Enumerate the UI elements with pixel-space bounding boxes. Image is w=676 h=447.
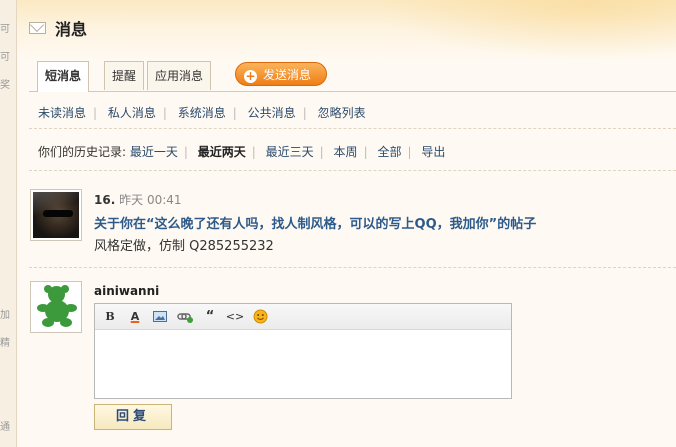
main-panel: 消息 短消息 提醒 应用消息 + 发送消息 未读消息 | 私人消息 | 系统消息 | 公… — [17, 0, 676, 447]
divider — [29, 267, 676, 268]
message-meta: 16. 昨天 00:41 — [94, 191, 182, 208]
tab-short-messages[interactable]: 短消息 — [37, 61, 90, 92]
filter-public[interactable]: 公共消息 — [248, 106, 296, 120]
page-title: 消息 — [55, 20, 88, 39]
sidebar-fragment: 可 — [0, 52, 10, 63]
font-color-icon[interactable]: A — [124, 308, 146, 326]
filter-private[interactable]: 私人消息 — [108, 106, 156, 120]
history-last-two-days[interactable]: 最近两天 — [198, 145, 246, 159]
sidebar-fragment: 可 — [0, 24, 10, 35]
sidebar-fragment: 奖 — [0, 80, 10, 91]
filter-ignore-list[interactable]: 忽略列表 — [318, 106, 366, 120]
tab-reminders[interactable]: 提醒 — [104, 61, 145, 90]
page-header: 消息 — [29, 18, 88, 39]
message-filter-nav: 未读消息 | 私人消息 | 系统消息 | 公共消息 | 忽略列表 — [38, 106, 366, 120]
message-tabs: 短消息 提醒 应用消息 + 发送消息 — [29, 61, 676, 92]
history-this-week[interactable]: 本周 — [334, 145, 358, 159]
history-last-three-days[interactable]: 最近三天 — [266, 145, 314, 159]
message-subject[interactable]: 关于你在“这么晚了还有人吗，找人制风格，可以的写上QQ，我加你”的帖子 — [94, 213, 536, 232]
history-filter: 你们的历史记录: 最近一天 | 最近两天 | 最近三天 | 本周 | 全部 | 导出 — [38, 145, 446, 159]
sender-avatar[interactable] — [30, 189, 82, 241]
message-number: 16. — [94, 193, 116, 207]
link-icon[interactable] — [174, 308, 196, 326]
editor-toolbar: B A “ <> — [95, 304, 511, 330]
filter-system[interactable]: 系统消息 — [178, 106, 226, 120]
sidebar-fragment: 通 — [0, 422, 10, 433]
history-export[interactable]: 导出 — [421, 145, 445, 159]
bold-icon[interactable]: B — [99, 308, 121, 326]
history-last-day[interactable]: 最近一天 — [130, 145, 178, 159]
user-avatar[interactable] — [30, 281, 82, 333]
reply-textarea[interactable] — [95, 330, 511, 398]
smiley-icon[interactable] — [249, 308, 271, 326]
image-icon[interactable] — [149, 308, 171, 326]
history-all[interactable]: 全部 — [377, 145, 401, 159]
green-bear-image — [33, 284, 79, 330]
message-day: 昨天 — [119, 193, 144, 207]
sidebar-fragment: 精 — [0, 338, 10, 349]
code-icon[interactable]: <> — [224, 308, 246, 326]
divider — [29, 128, 676, 129]
filter-unread[interactable]: 未读消息 — [38, 106, 86, 120]
send-message-label: 发送消息 — [263, 68, 312, 82]
sidebar-fragment: 加 — [0, 310, 10, 321]
quote-icon[interactable]: “ — [199, 308, 221, 326]
reply-editor: B A “ <> — [94, 303, 512, 399]
message-body: 风格定做，仿制 Q285255232 — [94, 239, 274, 254]
divider — [29, 170, 676, 171]
send-message-button[interactable]: + 发送消息 — [235, 62, 327, 86]
message-time: 00:41 — [146, 193, 182, 207]
reply-username: ainiwanni — [94, 284, 160, 298]
plus-icon: + — [244, 69, 257, 83]
left-sidebar-edge: 可 可 奖 加 精 通 — [0, 0, 17, 447]
avatar-image — [33, 192, 79, 238]
reply-button[interactable]: 回复 — [94, 404, 172, 430]
history-prefix: 你们的历史记录: — [38, 145, 127, 159]
tab-app-messages[interactable]: 应用消息 — [147, 61, 212, 90]
envelope-icon — [29, 22, 46, 34]
